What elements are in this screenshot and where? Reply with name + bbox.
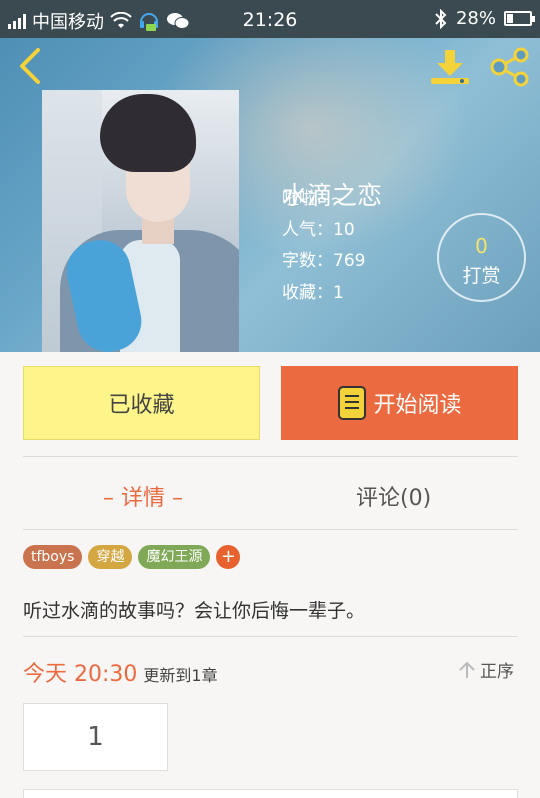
update-info: 今天 20:30 更新到1章 (23, 656, 218, 688)
book-author[interactable]: 啦啦~~ (282, 184, 345, 209)
reward-button[interactable]: 0 打赏 (437, 213, 526, 302)
book-favorites: 收藏：1 (282, 283, 344, 303)
start-reading-button[interactable]: 开始阅读 (281, 366, 518, 440)
add-tag-button[interactable]: + (216, 545, 241, 569)
back-button[interactable] (12, 46, 48, 86)
reward-count: 0 (475, 234, 488, 258)
favorite-button-label: 已收藏 (108, 393, 175, 418)
bluetooth-icon (435, 8, 447, 29)
book-header: 水滴之恋 啦啦~~ 人气：10 字数：769 收藏：1 0 打赏 (0, 38, 540, 352)
share-icon[interactable] (488, 46, 532, 88)
download-icon[interactable] (428, 46, 472, 88)
battery-percent: 28% (455, 8, 496, 29)
sort-label: 正序 (480, 662, 514, 682)
tag-item[interactable]: tfboys (23, 545, 83, 569)
divider (23, 456, 518, 457)
divider (23, 529, 518, 530)
start-reading-label: 开始阅读 (373, 393, 462, 418)
tab-comments[interactable]: 评论(0) (356, 480, 431, 512)
tag-list: tfboys 穿越 魔幻王源 + (23, 545, 241, 569)
favorite-button[interactable]: 已收藏 (23, 366, 260, 440)
tag-item[interactable]: 魔幻王源 (138, 545, 211, 569)
book-icon (338, 386, 367, 420)
divider (23, 636, 518, 637)
status-bar: 中国移动 21:26 28% (0, 0, 540, 38)
tab-detail[interactable]: – 详情 – (103, 480, 183, 512)
reward-label: 打赏 (462, 265, 501, 287)
book-cover-image[interactable] (42, 90, 239, 352)
book-word-count: 字数：769 (282, 251, 366, 271)
chapter-number: 1 (87, 722, 104, 752)
chapter-item[interactable]: 1 (23, 703, 168, 771)
chapter-list-box (23, 789, 518, 798)
tag-item[interactable]: 穿越 (88, 545, 133, 569)
book-popularity: 人气：10 (282, 220, 355, 240)
book-description: 听过水滴的故事吗？会让你后悔一辈子。 (23, 600, 366, 622)
arrow-up-icon (459, 661, 475, 678)
sort-toggle[interactable]: 正序 (458, 657, 514, 682)
update-text: 更新到1章 (143, 666, 218, 685)
update-time: 今天 20:30 (23, 662, 138, 687)
battery-icon (504, 11, 535, 26)
